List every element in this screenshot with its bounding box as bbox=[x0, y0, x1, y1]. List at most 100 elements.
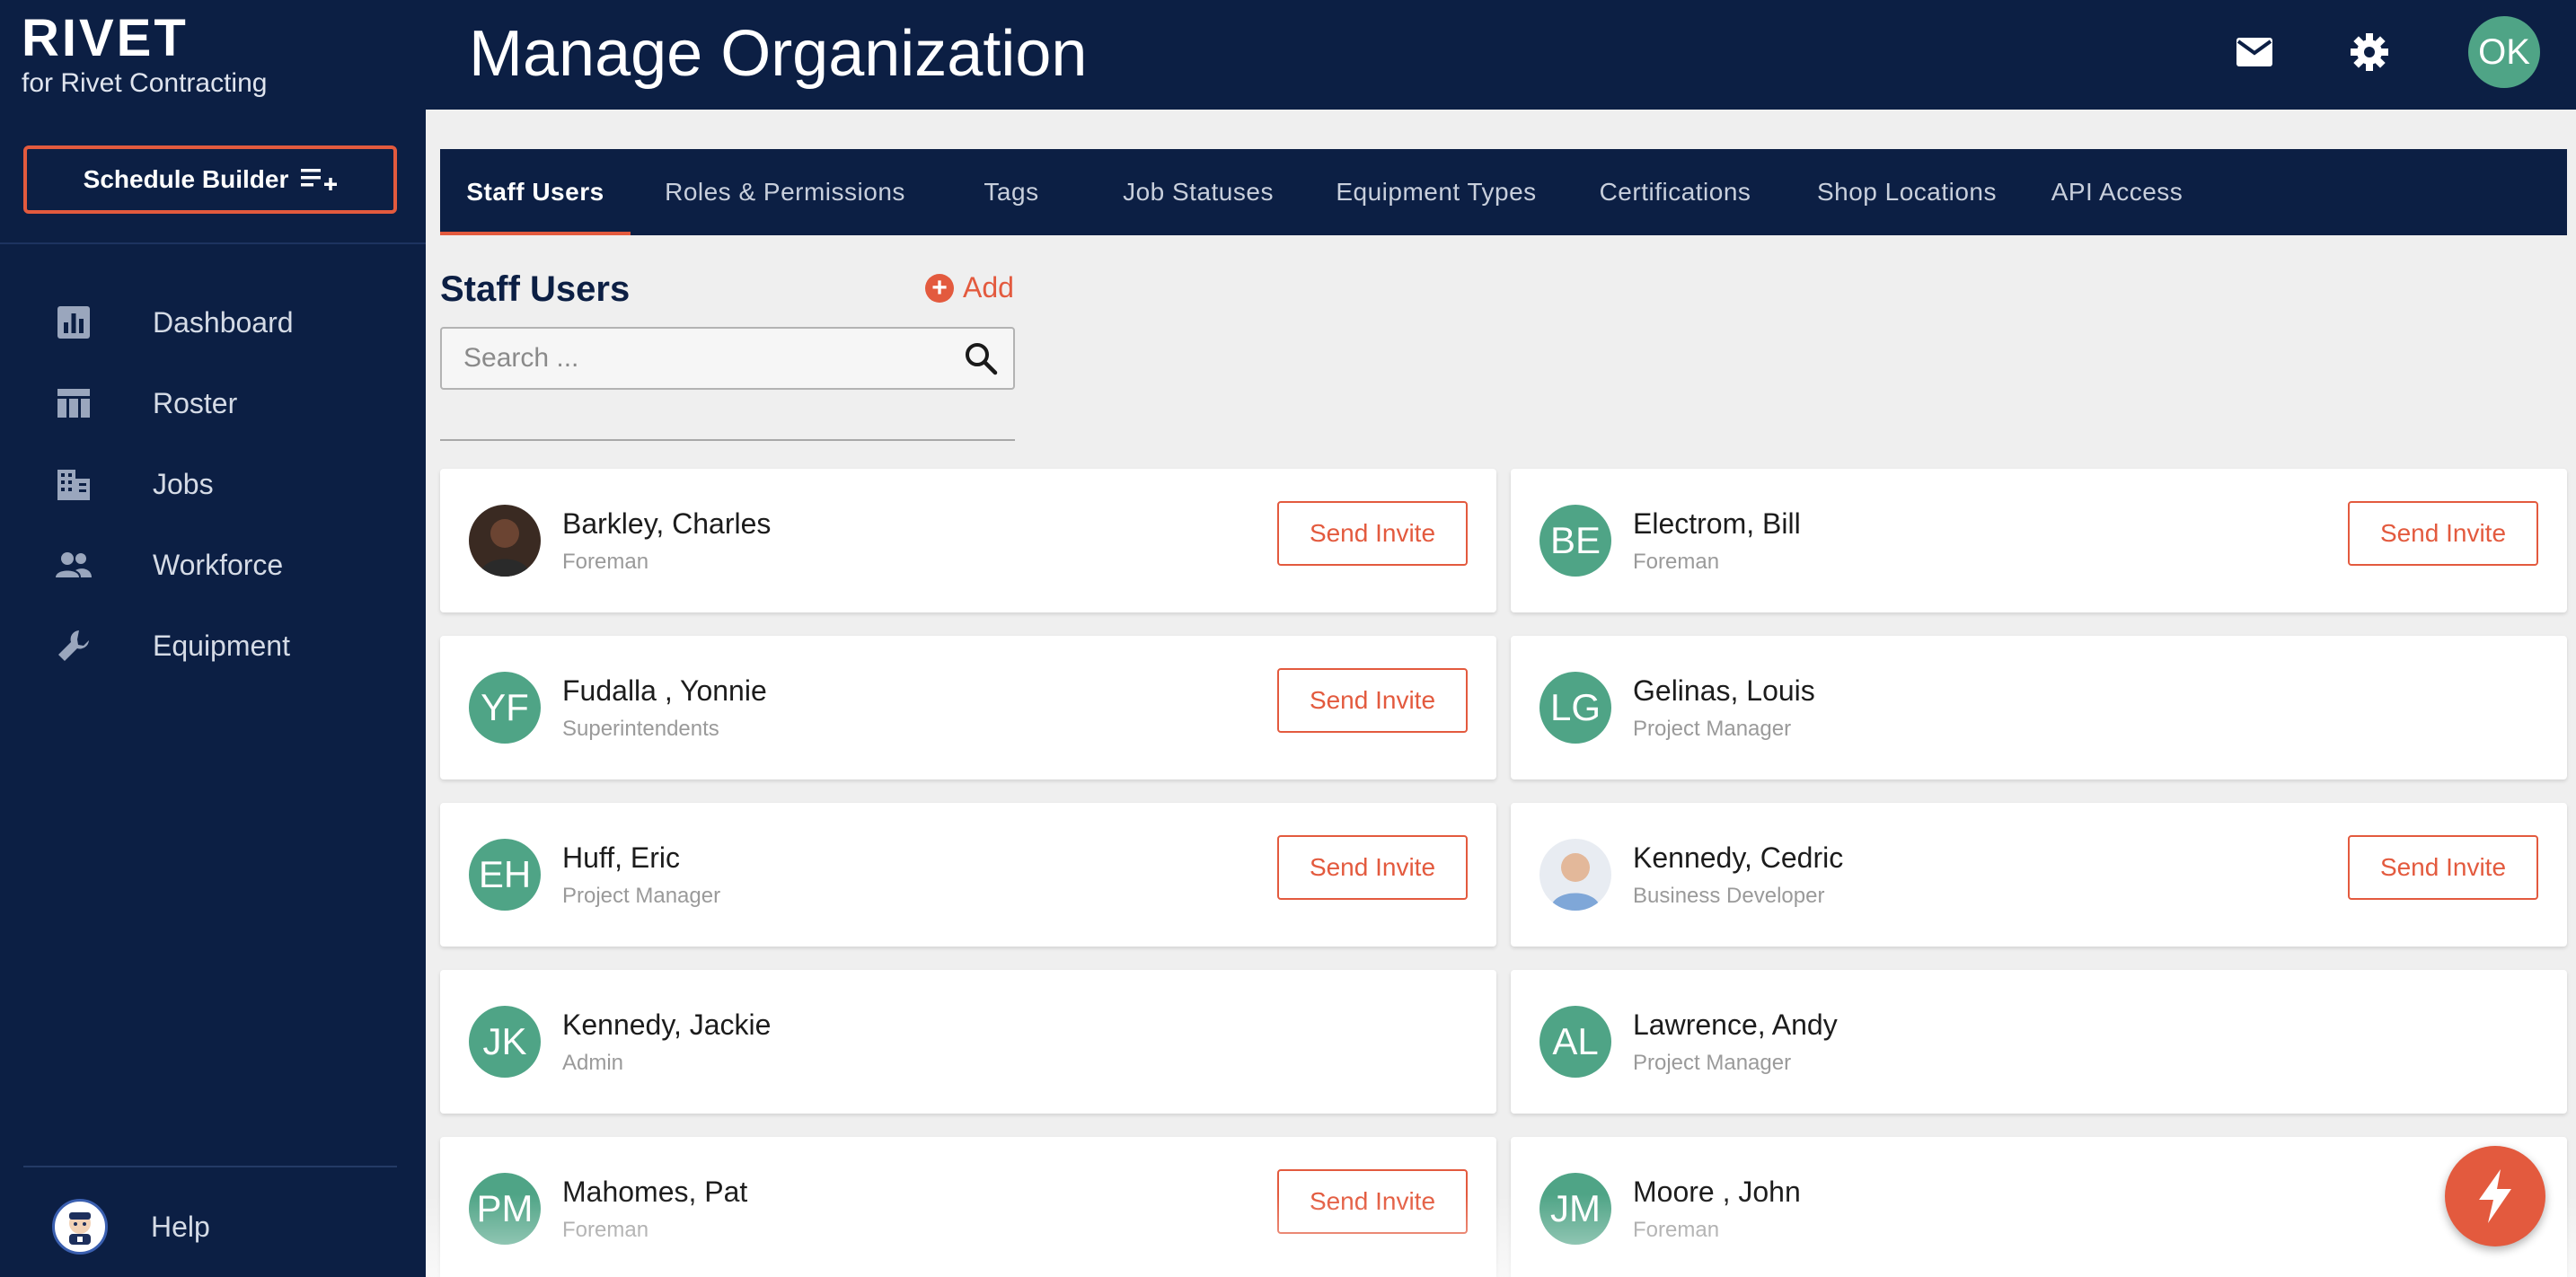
page-title: Manage Organization bbox=[469, 18, 1088, 90]
user-name: Mahomes, Pat bbox=[562, 1175, 748, 1208]
user-role: Superintendents bbox=[562, 716, 719, 741]
user-card[interactable]: JM Moore , John Foreman bbox=[1511, 1137, 2567, 1277]
playlist-add-icon bbox=[301, 169, 338, 190]
tab-certifications[interactable]: Certifications bbox=[1559, 149, 1791, 235]
user-info: Kennedy, Jackie Admin bbox=[562, 1008, 771, 1076]
user-card[interactable]: Barkley, Charles Foreman Send Invite bbox=[440, 469, 1496, 612]
user-avatar: BE bbox=[1539, 505, 1611, 577]
user-card[interactable]: Kennedy, Cedric Business Developer Send In… bbox=[1511, 803, 2567, 947]
user-info: Electrom, Bill Foreman bbox=[1633, 507, 1801, 575]
brand-name: RIVET bbox=[22, 9, 189, 67]
gear-icon[interactable] bbox=[2342, 25, 2396, 79]
search-input[interactable] bbox=[442, 329, 963, 388]
user-name: Kennedy, Jackie bbox=[562, 1008, 772, 1041]
send-invite-button[interactable]: Send Invite bbox=[2348, 501, 2538, 566]
tab-shop-locations[interactable]: Shop Locations bbox=[1791, 149, 2023, 235]
user-name: Huff, Eric bbox=[562, 841, 680, 874]
user-card[interactable]: LG Gelinas, Louis Project Manager bbox=[1511, 636, 2567, 779]
help-link[interactable]: Help bbox=[0, 1191, 210, 1263]
search-divider bbox=[440, 439, 1015, 441]
tab-tags[interactable]: Tags bbox=[940, 149, 1083, 235]
help-mascot-icon bbox=[52, 1199, 108, 1255]
add-label: Add bbox=[963, 271, 1014, 304]
sidebar: RIVET for Rivet Contracting Schedule Bui… bbox=[0, 0, 426, 1277]
send-invite-button[interactable]: Send Invite bbox=[1277, 1169, 1468, 1234]
brand-logo[interactable]: RIVET for Rivet Contracting bbox=[22, 13, 267, 99]
section-title: Staff Users bbox=[440, 269, 631, 309]
user-avatar bbox=[1539, 839, 1611, 911]
sidebar-item-label: Jobs bbox=[153, 467, 214, 500]
user-avatar: AL bbox=[1539, 1006, 1611, 1078]
user-name: Barkley, Charles bbox=[562, 506, 772, 540]
user-avatar[interactable]: OK bbox=[2468, 16, 2540, 88]
brand-subtitle: for Rivet Contracting bbox=[22, 68, 268, 98]
add-circle-icon: + bbox=[925, 273, 954, 303]
user-avatar: JK bbox=[469, 1006, 541, 1078]
user-info: Mahomes, Pat Foreman bbox=[562, 1176, 747, 1243]
sidebar-item-roster[interactable]: Roster bbox=[0, 363, 426, 444]
user-name: Gelinas, Louis bbox=[1633, 674, 1815, 707]
top-header: Manage Organization OK bbox=[426, 0, 2576, 110]
sidebar-item-dashboard[interactable]: Dashboard bbox=[0, 282, 426, 363]
sidebar-item-label: Roster bbox=[153, 386, 238, 419]
user-info: Lawrence, Andy Project Manager bbox=[1633, 1008, 1838, 1076]
user-info: Gelinas, Louis Project Manager bbox=[1633, 674, 1815, 742]
user-avatar: EH bbox=[469, 839, 541, 911]
tab-equipment-types[interactable]: Equipment Types bbox=[1313, 149, 1559, 235]
mail-icon[interactable] bbox=[2228, 25, 2281, 79]
tab-api-access[interactable]: API Access bbox=[2023, 149, 2211, 235]
user-info: Fudalla , Yonnie Superintendents bbox=[562, 674, 767, 742]
jobs-icon bbox=[54, 464, 93, 504]
add-user-button[interactable]: + Add bbox=[925, 271, 1014, 304]
tab-job-statuses[interactable]: Job Statuses bbox=[1083, 149, 1313, 235]
user-info: Huff, Eric Project Manager bbox=[562, 841, 720, 909]
user-role: Admin bbox=[562, 1050, 624, 1075]
user-card[interactable]: YF Fudalla , Yonnie Superintendents Send In… bbox=[440, 636, 1496, 779]
user-name: Kennedy, Cedric bbox=[1633, 841, 1844, 874]
search-icon[interactable] bbox=[963, 340, 999, 376]
dashboard-icon bbox=[54, 303, 93, 342]
lightning-icon bbox=[2479, 1169, 2511, 1223]
user-role: Foreman bbox=[1633, 1217, 1720, 1242]
tab-staff-users[interactable]: Staff Users bbox=[440, 149, 631, 235]
send-invite-button[interactable]: Send Invite bbox=[1277, 501, 1468, 566]
user-avatar: LG bbox=[1539, 672, 1611, 744]
sidebar-divider bbox=[0, 242, 426, 244]
user-role: Project Manager bbox=[562, 883, 721, 908]
send-invite-button[interactable]: Send Invite bbox=[1277, 835, 1468, 900]
user-card[interactable]: PM Mahomes, Pat Foreman Send Invite bbox=[440, 1137, 1496, 1277]
user-role: Project Manager bbox=[1633, 716, 1792, 741]
user-card[interactable]: BE Electrom, Bill Foreman Send Invite bbox=[1511, 469, 2567, 612]
schedule-builder-button[interactable]: Schedule Builder bbox=[23, 145, 397, 214]
user-card[interactable]: JK Kennedy, Jackie Admin bbox=[440, 970, 1496, 1114]
user-info: Kennedy, Cedric Business Developer bbox=[1633, 841, 1843, 909]
sidebar-item-equipment[interactable]: Equipment bbox=[0, 605, 426, 686]
user-role: Foreman bbox=[562, 1217, 649, 1242]
help-divider bbox=[23, 1166, 397, 1167]
sidebar-nav: Dashboard Roster Jobs Workforce Equipmen… bbox=[0, 282, 426, 686]
send-invite-button[interactable]: Send Invite bbox=[1277, 668, 1468, 733]
user-role: Foreman bbox=[1633, 549, 1720, 574]
user-name: Moore , John bbox=[1633, 1175, 1801, 1208]
user-role: Foreman bbox=[562, 549, 649, 574]
settings-tabs: Staff Users Roles & Permissions Tags Job… bbox=[440, 149, 2567, 235]
staff-user-grid: Barkley, Charles Foreman Send Invite BE Elec… bbox=[440, 469, 2567, 1277]
tab-roles-permissions[interactable]: Roles & Permissions bbox=[631, 149, 940, 235]
user-info: Moore , John Foreman bbox=[1633, 1176, 1801, 1243]
sidebar-item-label: Equipment bbox=[153, 629, 290, 662]
workforce-icon bbox=[54, 545, 93, 585]
search-field bbox=[440, 327, 1015, 390]
sidebar-item-jobs[interactable]: Jobs bbox=[0, 444, 426, 524]
user-role: Project Manager bbox=[1633, 1050, 1792, 1075]
help-label: Help bbox=[151, 1210, 210, 1243]
user-card[interactable]: AL Lawrence, Andy Project Manager bbox=[1511, 970, 2567, 1114]
user-avatar bbox=[469, 505, 541, 577]
sidebar-item-workforce[interactable]: Workforce bbox=[0, 524, 426, 605]
sidebar-item-label: Dashboard bbox=[153, 305, 294, 339]
quick-action-button[interactable] bbox=[2445, 1146, 2545, 1246]
user-role: Business Developer bbox=[1633, 883, 1825, 908]
send-invite-button[interactable]: Send Invite bbox=[2348, 835, 2538, 900]
user-info: Barkley, Charles Foreman bbox=[562, 507, 771, 575]
user-name: Lawrence, Andy bbox=[1633, 1008, 1838, 1041]
user-card[interactable]: EH Huff, Eric Project Manager Send Invite bbox=[440, 803, 1496, 947]
